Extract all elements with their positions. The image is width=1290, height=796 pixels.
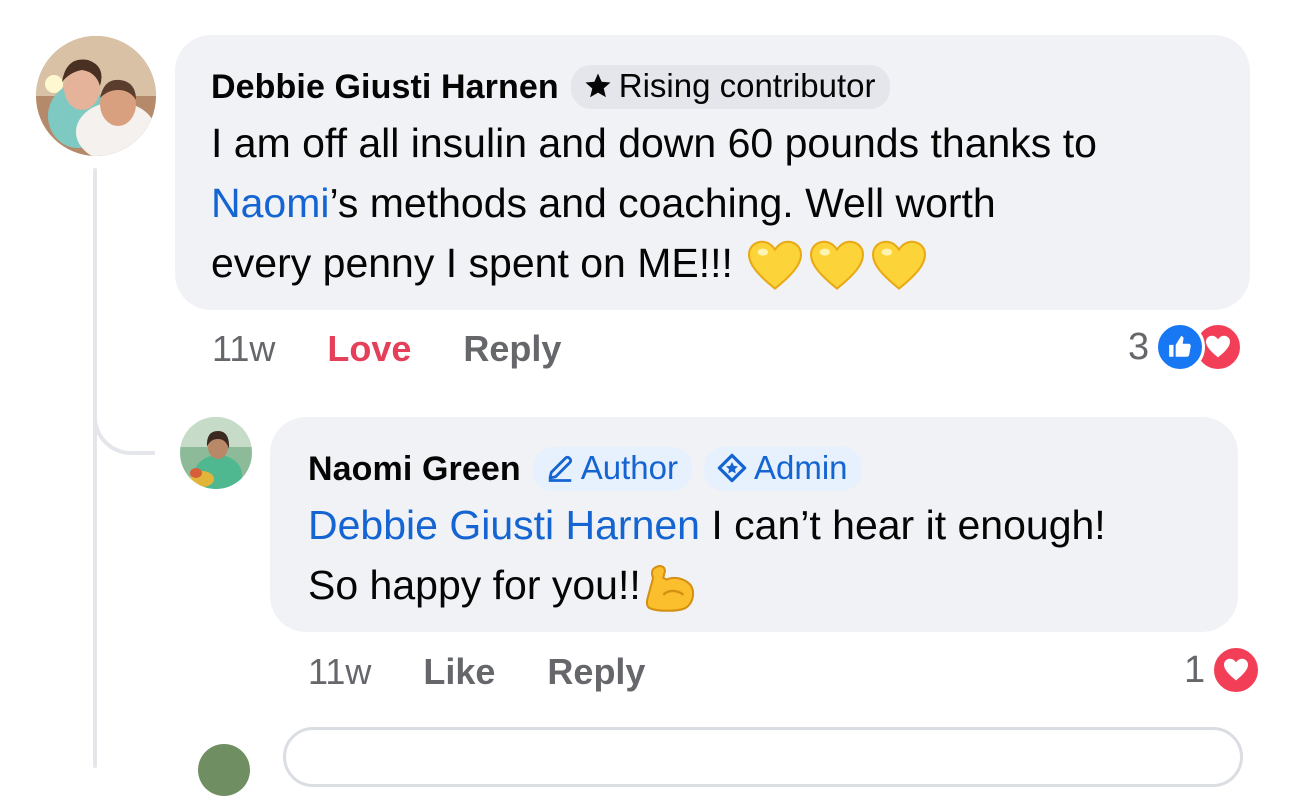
reaction-summary[interactable]: 1 [1184,645,1262,695]
reply-connector [93,375,155,455]
thread-line [93,168,97,768]
comment-line: I am off all insulin and down 60 pounds … [211,120,1097,166]
rising-contributor-badge[interactable]: Rising contributor [570,65,890,109]
avatar[interactable] [180,417,252,489]
reply-button[interactable]: Reply [463,328,561,370]
shield-diamond-icon [717,453,747,483]
comment-text: Debbie Giusti Harnen I can’t hear it eno… [308,495,1238,615]
reply-button[interactable]: Reply [547,651,645,693]
comment-line: every penny I spent on ME!!! [211,233,1250,293]
like-button[interactable]: Like [423,651,495,693]
badge-label: Author [580,449,678,486]
comment-line: Debbie Giusti Harnen I can’t hear it eno… [308,502,1106,548]
reaction-summary[interactable]: 3 [1128,322,1244,372]
timestamp[interactable]: 11w [308,651,371,693]
avatar[interactable] [36,36,156,156]
comment-line: So happy for you!! [308,555,1238,615]
yellow-heart-icon [871,240,926,291]
flexed-biceps-icon [645,565,694,612]
reply-input-bubble[interactable] [283,727,1243,787]
author-badge[interactable]: Author [532,447,692,491]
timestamp[interactable]: 11w [212,328,275,370]
comment-line: Naomi’s methods and coaching. Well worth [211,180,996,226]
author-name[interactable]: Debbie Giusti Harnen [211,68,559,107]
mention-link[interactable]: Naomi [211,180,329,226]
reply-bubble: Naomi Green Author Admin Debbie Giusti H… [270,417,1238,632]
comment-bubble: Debbie Giusti Harnen Rising contributor … [175,35,1250,310]
reaction-count: 1 [1184,648,1206,691]
comment-actions: 11w Love Reply [212,328,561,370]
star-icon [585,73,611,98]
yellow-heart-icon [809,240,864,291]
mention-link[interactable]: Debbie Giusti Harnen [308,502,700,548]
comment-text: I am off all insulin and down 60 pounds … [211,113,1250,293]
yellow-heart-icon [747,240,802,291]
avatar[interactable] [198,744,250,796]
badge-label: Rising contributor [618,67,876,104]
reply-actions: 11w Like Reply [308,651,645,693]
author-name[interactable]: Naomi Green [308,450,521,489]
love-icon [1211,645,1262,695]
reaction-count: 3 [1128,325,1150,368]
love-button[interactable]: Love [327,328,411,370]
pencil-icon [548,455,572,482]
badge-label: Admin [753,449,848,486]
like-icon [1155,322,1206,372]
admin-badge[interactable]: Admin [703,447,862,491]
